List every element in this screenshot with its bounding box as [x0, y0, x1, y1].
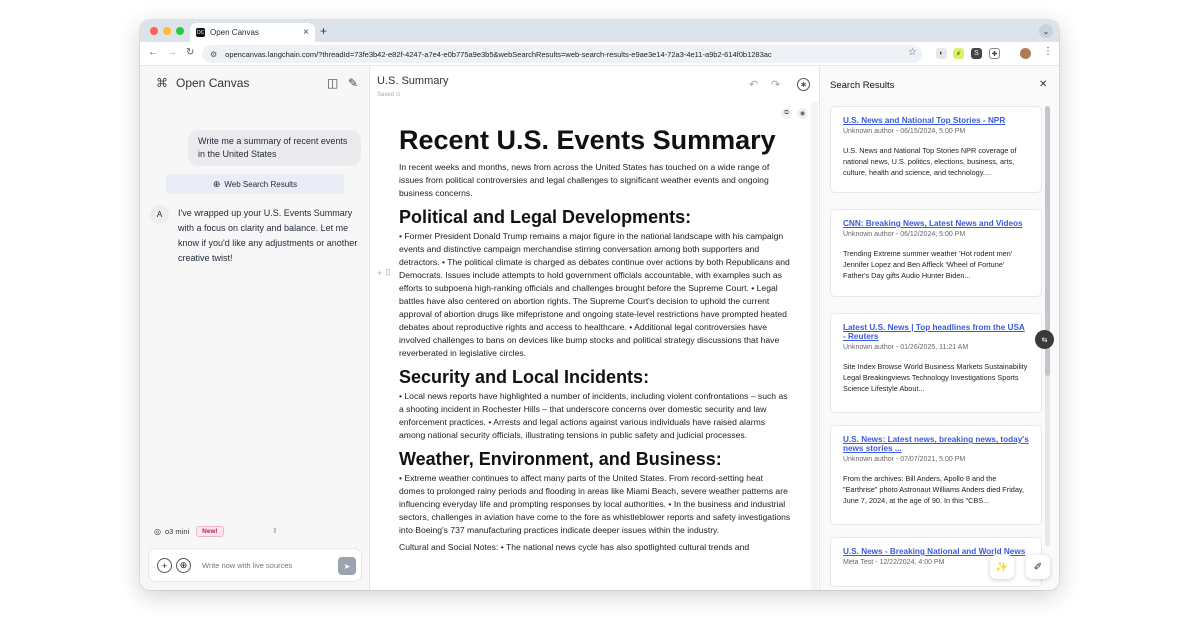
tab-close-icon[interactable]: ×: [303, 27, 309, 38]
tab-strip: OC Open Canvas × + ⌄: [140, 20, 1059, 42]
brand-name: Open Canvas: [176, 76, 250, 90]
new-chat-icon[interactable]: ✎: [348, 76, 358, 90]
section-heading-weather: Weather, Environment, and Business:: [399, 449, 722, 469]
chat-composer: + ⊕ Write now with live sources ➤: [148, 548, 362, 582]
save-status: Saved ⊙: [377, 92, 401, 98]
magic-wand-icon[interactable]: ✨: [990, 555, 1014, 579]
extension-s-icon[interactable]: S: [971, 48, 982, 59]
document-intro: In recent weeks and months, news from ac…: [399, 162, 770, 198]
brand: ⌘ Open Canvas: [156, 76, 249, 90]
maximize-window-button[interactable]: [176, 27, 184, 35]
panel-toggle-icon[interactable]: ⇆: [1035, 330, 1054, 349]
section-body-cultural: Cultural and Social Notes: • The nationa…: [399, 542, 750, 552]
assistant-avatar: A: [150, 205, 169, 224]
result-title[interactable]: CNN: Breaking News, Latest News and Vide…: [843, 219, 1029, 228]
model-icon: ◎: [154, 527, 161, 536]
web-search-results-button[interactable]: ⊕ Web Search Results: [166, 174, 344, 194]
browser-tab[interactable]: OC Open Canvas ×: [190, 23, 315, 42]
search-results-title: Search Results: [830, 80, 895, 91]
quick-actions-pen-icon[interactable]: ✐: [1026, 555, 1050, 579]
result-meta: Unknown author - 06/12/2024, 5:00 PM: [843, 231, 966, 238]
add-attachment-icon[interactable]: +: [157, 558, 172, 573]
undo-icon[interactable]: ↶: [749, 78, 758, 91]
block-drag-handle-icon[interactable]: + ⠿: [377, 268, 391, 279]
tab-search-icon[interactable]: ⌄: [1039, 24, 1053, 38]
result-title[interactable]: U.S. News: Latest news, breaking news, t…: [843, 435, 1029, 453]
globe-icon: ⊕: [212, 178, 221, 189]
result-meta: Unknown author - 07/07/2021, 5:00 PM: [843, 456, 966, 463]
browser-toolbar: ← → ↻ ⚙ opencanvas.langchain.com/?thread…: [140, 42, 1059, 66]
user-message: Write me a summary of recent events in t…: [188, 130, 361, 166]
redo-icon[interactable]: ↷: [771, 78, 780, 91]
extension-translate-icon[interactable]: ◐: [936, 48, 947, 59]
document-heading: Recent U.S. Events Summary: [399, 125, 776, 155]
tab-title: Open Canvas: [210, 28, 259, 37]
back-arrow-icon[interactable]: ←: [148, 47, 158, 58]
model-name: o3 mini: [164, 527, 190, 536]
result-card[interactable]: U.S. News and National Top Stories - NPR…: [830, 106, 1042, 193]
result-snippet: U.S. News and National Top Stories NPR c…: [843, 146, 1017, 177]
result-card[interactable]: CNN: Breaking News, Latest News and Vide…: [830, 209, 1042, 297]
section-heading-security: Security and Local Incidents:: [399, 367, 650, 387]
document-area: ⧉ ◉ + ⠿ Recent U.S. Events Summary In re…: [371, 102, 818, 590]
close-icon[interactable]: ✕: [1039, 79, 1047, 90]
close-window-button[interactable]: [150, 27, 158, 35]
result-meta: Unknown author - 06/15/2024, 5:00 PM: [843, 128, 966, 135]
tab-favicon-icon: OC: [196, 28, 205, 37]
result-card[interactable]: Latest U.S. News | Top headlines from th…: [830, 313, 1042, 413]
result-snippet: From the archives: Bill Anders, Apollo 8…: [843, 474, 1025, 505]
chat-sidebar: ⌘ Open Canvas ◫ ✎ Write me a summary of …: [140, 66, 370, 590]
section-heading-political: Political and Legal Developments:: [399, 207, 692, 227]
profile-avatar[interactable]: [1020, 48, 1031, 59]
reload-icon[interactable]: ↻: [186, 47, 194, 58]
model-selector[interactable]: ◎ o3 mini New!: [154, 526, 224, 537]
address-bar[interactable]: ⚙ opencanvas.langchain.com/?threadId=73f…: [202, 45, 922, 63]
chevron-updown-icon[interactable]: ⇕: [272, 527, 278, 535]
result-snippet: Trending Extreme summer weather 'Hot rod…: [843, 249, 1013, 280]
canvas-editor: U.S. Summary Saved ⊙ ↶ ↷ ✱ ⧉ ◉ + ⠿ Recen…: [371, 66, 818, 590]
site-info-icon[interactable]: ⚙: [210, 50, 217, 59]
section-body-political: • Former President Donald Trump remains …: [399, 231, 790, 358]
document-page[interactable]: ⧉ ◉ + ⠿ Recent U.S. Events Summary In re…: [371, 102, 811, 590]
bookmark-star-icon[interactable]: ☆: [908, 47, 917, 58]
copy-icon[interactable]: ⧉: [781, 108, 792, 119]
url-text: opencanvas.langchain.com/?threadId=73fe3…: [225, 49, 772, 59]
section-body-security: • Local news reports have highlighted a …: [399, 391, 788, 440]
result-snippet: Site Index Browse World Business Markets…: [843, 362, 1028, 393]
new-tab-button[interactable]: +: [320, 24, 327, 38]
new-badge: New!: [196, 526, 224, 537]
settings-gear-icon[interactable]: ✱: [797, 78, 810, 91]
browser-menu-icon[interactable]: ⋮: [1043, 46, 1053, 57]
open-canvas-logo-icon: ⌘: [156, 76, 168, 90]
send-button[interactable]: ➤: [338, 557, 356, 575]
document-title[interactable]: U.S. Summary: [377, 75, 449, 87]
result-title[interactable]: Latest U.S. News | Top headlines from th…: [843, 323, 1029, 341]
result-card[interactable]: U.S. News: Latest news, breaking news, t…: [830, 425, 1042, 525]
extensions-puzzle-icon[interactable]: ✚: [989, 48, 1000, 59]
search-results-panel: Search Results ✕ U.S. News and National …: [819, 66, 1059, 590]
section-body-weather: • Extreme weather continues to affect ma…: [399, 473, 791, 535]
assistant-message: I've wrapped up your U.S. Events Summary…: [178, 208, 358, 263]
chat-input[interactable]: Write now with live sources: [202, 561, 292, 570]
browser-window: OC Open Canvas × + ⌄ ← → ↻ ⚙ opencanvas.…: [140, 20, 1059, 590]
result-meta: Unknown author - 01/26/2025, 11:21 AM: [843, 344, 969, 351]
forward-arrow-icon[interactable]: →: [167, 47, 177, 58]
collapse-panel-icon[interactable]: ◫: [327, 76, 338, 90]
minimize-window-button[interactable]: [163, 27, 171, 35]
extension-bolt-icon[interactable]: ⚡: [953, 48, 964, 59]
result-title[interactable]: U.S. News and National Top Stories - NPR: [843, 116, 1029, 125]
document-content: Recent U.S. Events Summary In recent wee…: [399, 124, 791, 554]
results-scrollbar[interactable]: [1045, 106, 1050, 546]
web-search-toggle-icon[interactable]: ⊕: [176, 558, 191, 573]
web-search-results-label: Web Search Results: [224, 179, 298, 189]
preview-eye-icon[interactable]: ◉: [797, 108, 808, 119]
